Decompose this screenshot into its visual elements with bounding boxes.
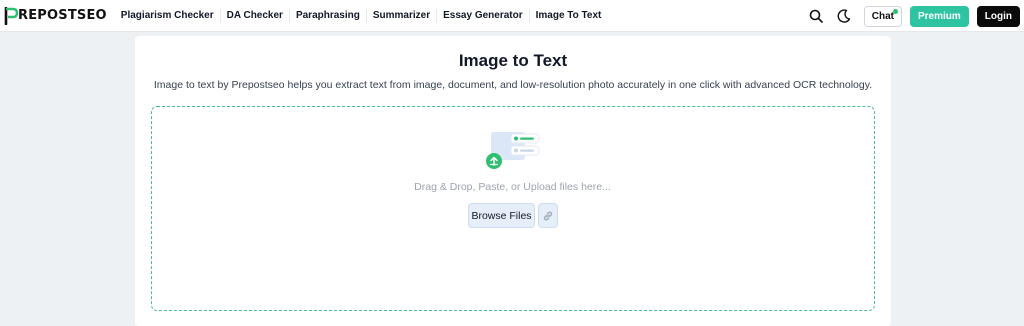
dropzone-instructions: Drag & Drop, Paste, or Upload files here… — [414, 181, 611, 193]
nav-plagiarism-checker[interactable]: Plagiarism Checker — [115, 8, 221, 23]
page-title: Image to Text — [458, 51, 568, 70]
dark-mode-toggle[interactable] — [834, 6, 854, 26]
chat-button[interactable]: Chat — [863, 5, 902, 27]
chat-label: Chat — [871, 10, 894, 22]
browse-files-button[interactable]: Browse Files — [468, 203, 535, 228]
file-dropzone[interactable]: Drag & Drop, Paste, or Upload files here… — [151, 106, 875, 311]
logo-text: REPOSTSEO — [18, 8, 107, 23]
search-button[interactable] — [806, 6, 826, 26]
header-actions: Chat Premium Login — [806, 3, 1020, 29]
tool-card: Image to Text Image to text by Prepostse… — [135, 36, 891, 326]
upload-illustration-icon — [486, 132, 540, 169]
page-description: Image to text by Prepostseo helps you ex… — [153, 79, 873, 91]
online-status-dot — [892, 8, 898, 14]
top-navigation-bar: REPOSTSEO Plagiarism Checker DA Checker … — [0, 0, 1024, 32]
logo-p-icon — [4, 6, 18, 25]
nav-summarizer[interactable]: Summarizer — [367, 8, 438, 23]
main-nav: Plagiarism Checker DA Checker Paraphrasi… — [115, 8, 608, 23]
link-icon — [543, 211, 553, 220]
nav-essay-generator[interactable]: Essay Generator — [437, 8, 530, 23]
site-logo[interactable]: REPOSTSEO — [4, 0, 107, 32]
search-icon — [809, 9, 823, 23]
moon-icon — [837, 9, 850, 23]
nav-paraphrasing[interactable]: Paraphrasing — [290, 8, 367, 23]
nav-image-to-text[interactable]: Image To Text — [530, 9, 608, 23]
nav-da-checker[interactable]: DA Checker — [221, 8, 290, 23]
upload-from-url-button[interactable] — [538, 203, 558, 228]
premium-button[interactable]: Premium — [909, 5, 969, 27]
login-button[interactable]: Login — [976, 5, 1020, 27]
